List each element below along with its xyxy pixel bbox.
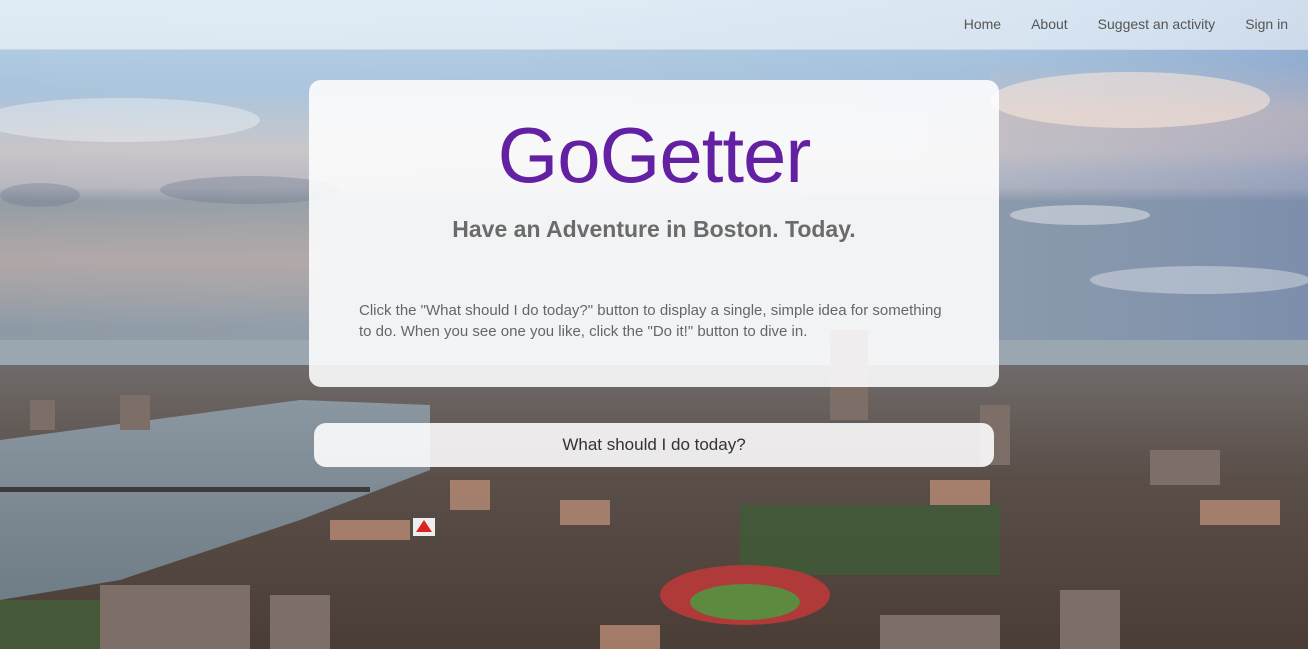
page: Home About Suggest an activity Sign in G… <box>0 0 1308 649</box>
brand-title: GoGetter <box>497 111 812 199</box>
nav-sign-in-link[interactable]: Sign in <box>1230 0 1288 49</box>
tagline: Have an Adventure in Boston. Today. <box>452 216 856 242</box>
nav-suggest-activity-link[interactable]: Suggest an activity <box>1083 0 1231 49</box>
what-should-i-do-button[interactable]: What should I do today? <box>314 423 994 467</box>
nav-links: Home About Suggest an activity Sign in <box>949 0 1288 49</box>
nav-home-link[interactable]: Home <box>949 0 1016 49</box>
nav-about-link[interactable]: About <box>1016 0 1083 49</box>
top-navbar: Home About Suggest an activity Sign in <box>0 0 1308 50</box>
hero-card: GoGetter Have an Adventure in Boston. To… <box>309 80 999 387</box>
description-text: Click the "What should I do today?" butt… <box>359 302 942 340</box>
